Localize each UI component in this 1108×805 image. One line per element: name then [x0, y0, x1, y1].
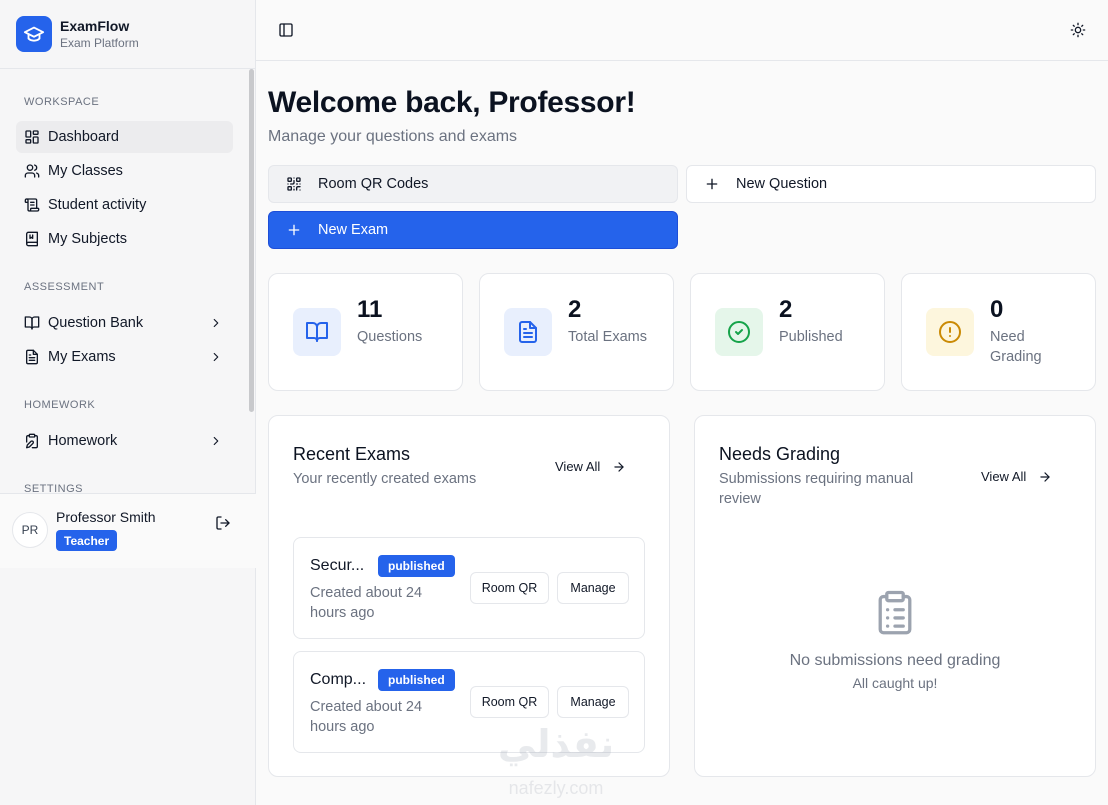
stat-label: Need Grading [990, 329, 1042, 365]
avatar: PR [12, 512, 48, 548]
clipboard-list-icon [878, 590, 912, 635]
needs-grading-panel: Needs Grading Submissions requiring manu… [694, 415, 1096, 777]
section-label-homework: HOMEWORK [24, 399, 96, 411]
qr-code-icon [287, 177, 301, 191]
panel-subtitle: Your recently created exams [293, 471, 477, 487]
sidebar-item-label: Homework [48, 433, 118, 449]
sidebar-toggle-icon[interactable] [278, 22, 294, 38]
sidebar-item-label: Question Bank [48, 315, 144, 331]
sidebar-item-label: Dashboard [48, 129, 119, 145]
sidebar-nav: WORKSPACE Dashboard My Classes Student a… [0, 69, 256, 493]
section-label-workspace: WORKSPACE [24, 96, 100, 108]
room-qr-codes-label: Room QR Codes [318, 176, 429, 192]
status-badge: published [378, 555, 455, 577]
alert-circle-icon [926, 308, 974, 356]
stat-value: 11 [357, 296, 383, 323]
sidebar-item-student-activity[interactable]: Student activity [16, 189, 233, 221]
stat-label: Questions [357, 329, 423, 345]
user-name: Professor Smith [56, 509, 156, 525]
scroll-icon [24, 198, 40, 212]
file-text-icon [504, 308, 552, 356]
stat-card-need-grading: 0 Need Grading [901, 273, 1096, 391]
dashboard-icon [25, 130, 39, 144]
brand-name: ExamFlow [60, 18, 130, 34]
empty-state-subtitle: All caught up! [852, 675, 938, 691]
book-open-icon [24, 316, 40, 330]
stat-label: Published [779, 329, 843, 345]
stat-label: Total Exams [568, 329, 647, 345]
brand[interactable]: ExamFlow Exam Platform [0, 0, 255, 69]
book-open-icon [293, 308, 341, 356]
exam-title: Secur... [310, 557, 365, 574]
sidebar-item-label: My Classes [48, 163, 123, 179]
users-icon [24, 164, 40, 178]
sidebar-item-label: Student activity [48, 197, 147, 213]
graduation-cap-icon [16, 16, 52, 52]
room-qr-codes-button[interactable]: Room QR Codes [268, 165, 678, 203]
stat-card-total-exams: 2 Total Exams [479, 273, 674, 391]
book-icon [26, 231, 38, 247]
brand-subtitle: Exam Platform [60, 36, 139, 50]
sidebar-item-label: My Subjects [48, 231, 127, 247]
watermark-logo: نفذلي nafezly.com [486, 722, 626, 802]
sidebar-item-my-classes[interactable]: My Classes [16, 155, 233, 187]
top-bar [256, 0, 1108, 61]
sidebar-item-my-exams[interactable]: My Exams [16, 341, 233, 373]
panel-subtitle: Submissions requiring manual review [719, 471, 914, 507]
plus-icon [288, 224, 300, 236]
room-qr-button[interactable]: Room QR [470, 572, 549, 604]
sidebar-item-label: My Exams [48, 349, 116, 365]
page-subtitle: Manage your questions and exams [268, 128, 518, 145]
arrow-right-icon [1040, 471, 1050, 482]
new-exam-label: New Exam [318, 222, 389, 238]
exam-created-time: Created about 24 hours ago [310, 699, 423, 735]
view-all-button[interactable]: View All [981, 469, 1052, 484]
panel-title: Recent Exams [293, 444, 411, 464]
sidebar: ExamFlow Exam Platform WORKSPACE Dashboa… [0, 0, 256, 805]
manage-button[interactable]: Manage [557, 686, 629, 718]
chevron-right-icon [213, 352, 219, 362]
watermark-latin: nafezly.com [508, 778, 604, 798]
sun-icon[interactable] [1070, 22, 1086, 38]
stat-value: 2 [779, 296, 793, 323]
page-title: Welcome back, Professor! [268, 86, 636, 119]
exam-title: Comp... [310, 671, 367, 688]
section-label-settings: SETTINGS [24, 483, 84, 493]
watermark-arabic: نفذلي [497, 722, 615, 766]
new-question-button[interactable]: New Question [686, 165, 1096, 203]
new-exam-button[interactable]: New Exam [268, 211, 678, 249]
manage-button[interactable]: Manage [557, 572, 629, 604]
clipboard-pen-icon [26, 433, 38, 449]
logout-icon[interactable] [215, 515, 231, 531]
sidebar-scrollbar[interactable] [249, 69, 254, 412]
sidebar-item-dashboard[interactable]: Dashboard [16, 121, 233, 153]
room-qr-button[interactable]: Room QR [470, 686, 549, 718]
view-all-button[interactable]: View All [555, 459, 626, 474]
stat-value: 2 [568, 296, 582, 323]
view-all-label: View All [981, 469, 1027, 484]
sidebar-item-question-bank[interactable]: Question Bank [16, 307, 233, 339]
exam-created-time: Created about 24 hours ago [310, 585, 423, 621]
stat-card-questions: 11 Questions [268, 273, 463, 391]
role-badge: Teacher [56, 530, 118, 551]
plus-icon [706, 178, 718, 190]
view-all-label: View All [555, 459, 601, 474]
list-item[interactable]: Secur... published Created about 24 hour… [293, 537, 645, 639]
stat-value: 0 [990, 296, 1004, 323]
sidebar-item-my-subjects[interactable]: My Subjects [16, 223, 233, 255]
check-circle-icon [715, 308, 763, 356]
arrow-right-icon [614, 461, 624, 472]
chevron-right-icon [213, 436, 219, 446]
file-text-icon [26, 349, 38, 365]
chevron-right-icon [213, 318, 219, 328]
stat-card-published: 2 Published [690, 273, 885, 391]
empty-state-title: No submissions need grading [789, 652, 1001, 669]
new-question-label: New Question [736, 176, 828, 192]
sidebar-item-homework[interactable]: Homework [16, 425, 233, 457]
status-badge: published [378, 669, 455, 691]
panel-title: Needs Grading [719, 444, 841, 464]
user-profile[interactable]: PR Professor Smith Teacher [0, 493, 256, 568]
section-label-assessment: ASSESSMENT [24, 281, 105, 293]
